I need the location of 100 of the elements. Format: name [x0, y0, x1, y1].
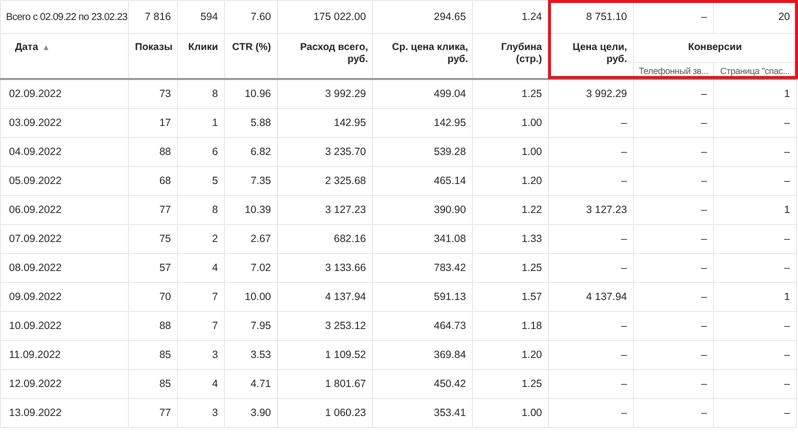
totals-value: – — [634, 0, 714, 34]
sort-arrow-icon[interactable]: ▲ — [42, 42, 50, 54]
table-cell: 1 — [714, 79, 796, 108]
column-header[interactable]: Дата — [15, 42, 38, 54]
table-cell: 1.25 — [472, 254, 548, 282]
table-cell: 465.14 — [372, 166, 472, 196]
table-cell: 450.42 — [372, 370, 472, 398]
table-cell: 783.42 — [372, 254, 472, 282]
table-cell: 3 235.70 — [278, 138, 372, 166]
totals-value: 7.60 — [224, 0, 278, 34]
table-cell: 13.09.2022 — [0, 398, 128, 428]
column-header: Цена цели, руб. — [572, 42, 627, 65]
table-cell: 1.25 — [472, 370, 548, 398]
column-header: Расход всего, руб. — [300, 42, 368, 65]
table-cell: 73 — [128, 79, 178, 108]
table-cell: 1.33 — [472, 224, 548, 254]
table-cell: – — [714, 224, 796, 254]
table-cell: 3 127.23 — [548, 196, 634, 224]
table-cell: 70 — [128, 282, 178, 312]
table-cell: 12.09.2022 — [0, 370, 128, 398]
table-cell: – — [634, 108, 714, 138]
table-cell: 3 992.29 — [548, 79, 634, 108]
totals-label: Всего с 02.09.22 по 23.02.23 — [0, 0, 128, 34]
table-cell: 341.08 — [372, 224, 472, 254]
table-cell: – — [634, 312, 714, 340]
table-cell: – — [634, 79, 714, 108]
table-cell: 8 — [178, 79, 224, 108]
table-cell: 2 — [178, 224, 224, 254]
table-cell: 06.09.2022 — [0, 196, 128, 224]
table-cell: 142.95 — [372, 108, 472, 138]
table-cell: 09.09.2022 — [0, 282, 128, 312]
table-cell: – — [634, 224, 714, 254]
table-cell: – — [548, 312, 634, 340]
table-cell: 10.39 — [224, 196, 278, 224]
table-cell: 05.09.2022 — [0, 166, 128, 196]
table-cell: 77 — [128, 398, 178, 428]
table-cell: 7 — [178, 282, 224, 312]
table-cell: – — [548, 398, 634, 428]
table-cell: 7.35 — [224, 166, 278, 196]
table-cell: 3.53 — [224, 340, 278, 370]
table-cell: 11.09.2022 — [0, 340, 128, 370]
table-cell: 10.09.2022 — [0, 312, 128, 340]
table-cell: – — [634, 196, 714, 224]
table-cell: 10.96 — [224, 79, 278, 108]
table-cell: 369.84 — [372, 340, 472, 370]
table-cell: – — [548, 224, 634, 254]
table-cell: 7.02 — [224, 254, 278, 282]
table-cell: – — [714, 254, 796, 282]
table-cell: 3 253.12 — [278, 312, 372, 340]
table-cell: 499.04 — [372, 79, 472, 108]
table-cell: 539.28 — [372, 138, 472, 166]
table-cell: 464.73 — [372, 312, 472, 340]
table-cell: 1 — [714, 282, 796, 312]
table-cell: 3 — [178, 340, 224, 370]
table-cell: 77 — [128, 196, 178, 224]
table-cell: 10.00 — [224, 282, 278, 312]
table-cell: – — [714, 398, 796, 428]
table-cell: 390.90 — [372, 196, 472, 224]
column-header: Глубина (стр.) — [501, 42, 542, 65]
table-cell: 1.20 — [472, 340, 548, 370]
table-cell: 3.90 — [224, 398, 278, 428]
table-cell: 353.41 — [372, 398, 472, 428]
table-cell: 1.00 — [472, 108, 548, 138]
table-cell: 4 137.94 — [278, 282, 372, 312]
table-cell: 1 — [714, 196, 796, 224]
table-cell: 1.22 — [472, 196, 548, 224]
table-cell: 1.18 — [472, 312, 548, 340]
table-cell: – — [548, 254, 634, 282]
column-header: Клики — [188, 42, 218, 53]
table-cell: 1.00 — [472, 138, 548, 166]
table-cell: – — [634, 166, 714, 196]
table-cell: 1.20 — [472, 166, 548, 196]
table-cell: 142.95 — [278, 108, 372, 138]
table-cell: – — [634, 282, 714, 312]
table-cell: 5 — [178, 166, 224, 196]
table-cell: 08.09.2022 — [0, 254, 128, 282]
table-cell: 682.16 — [278, 224, 372, 254]
table-cell: – — [548, 340, 634, 370]
totals-value: 175 022.00 — [278, 0, 372, 34]
table-cell: 4.71 — [224, 370, 278, 398]
table-cell: 5.88 — [224, 108, 278, 138]
table-cell: – — [548, 108, 634, 138]
table-cell: 4 — [178, 370, 224, 398]
table-cell: 04.09.2022 — [0, 138, 128, 166]
column-header: Показы — [135, 42, 172, 53]
table-cell: – — [634, 254, 714, 282]
table-cell: 1.25 — [472, 79, 548, 108]
table-cell: 6.82 — [224, 138, 278, 166]
table-cell: 02.09.2022 — [0, 79, 128, 108]
totals-value: 294.65 — [372, 0, 472, 34]
table-cell: 88 — [128, 138, 178, 166]
table-cell: – — [714, 166, 796, 196]
table-cell: 3 992.29 — [278, 79, 372, 108]
table-cell: – — [548, 370, 634, 398]
totals-value: 594 — [178, 0, 224, 34]
table-cell: 85 — [128, 340, 178, 370]
table-cell: 6 — [178, 138, 224, 166]
table-cell: – — [634, 370, 714, 398]
table-cell: – — [714, 312, 796, 340]
subcolumn-header: Телефонный зв... — [638, 66, 708, 76]
